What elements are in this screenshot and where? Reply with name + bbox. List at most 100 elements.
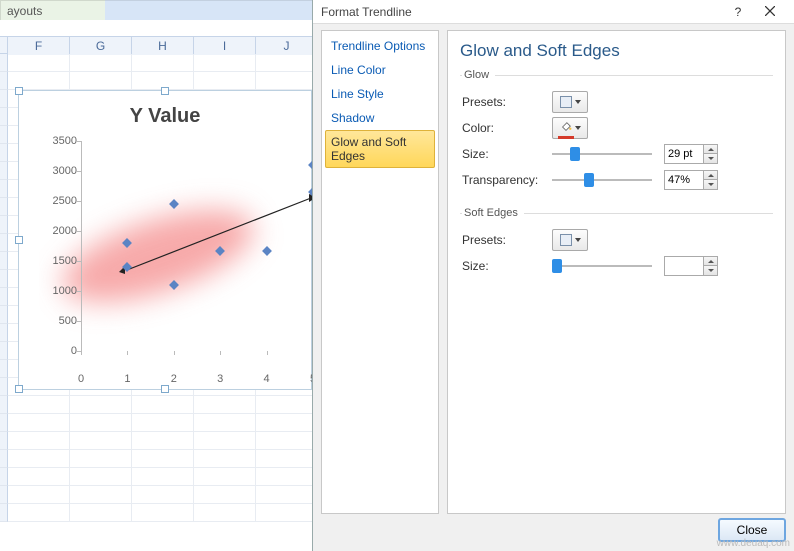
soft-presets-dropdown[interactable] xyxy=(552,229,588,251)
row-header[interactable] xyxy=(0,180,8,198)
glow-size-input[interactable] xyxy=(665,148,703,160)
cell[interactable] xyxy=(194,504,256,522)
help-button[interactable]: ? xyxy=(722,5,754,19)
row-header[interactable] xyxy=(0,72,8,90)
row-header[interactable] xyxy=(0,324,8,342)
chart-resize-handle[interactable] xyxy=(161,87,169,95)
chart-resize-handle[interactable] xyxy=(15,236,23,244)
slider-thumb[interactable] xyxy=(552,259,562,273)
col-header[interactable]: H xyxy=(132,37,194,55)
cell[interactable] xyxy=(256,468,318,486)
row-header[interactable] xyxy=(0,144,8,162)
cell[interactable] xyxy=(70,450,132,468)
cell[interactable] xyxy=(132,504,194,522)
cell[interactable] xyxy=(132,396,194,414)
close-icon[interactable] xyxy=(754,5,786,19)
spin-up-button[interactable] xyxy=(703,257,717,266)
nav-item-line-color[interactable]: Line Color xyxy=(325,58,435,82)
row-header[interactable] xyxy=(0,216,8,234)
cell[interactable] xyxy=(132,486,194,504)
chart-plot-area[interactable]: 0500100015002000250030003500012345 xyxy=(39,141,313,367)
row-header[interactable] xyxy=(0,468,8,486)
soft-size-spinner[interactable] xyxy=(664,256,718,276)
row-header[interactable] xyxy=(0,432,8,450)
cell[interactable] xyxy=(70,72,132,90)
cell[interactable] xyxy=(256,504,318,522)
row-header[interactable] xyxy=(0,306,8,324)
cell[interactable] xyxy=(194,54,256,72)
glow-size-slider[interactable] xyxy=(552,144,652,164)
cell[interactable] xyxy=(194,414,256,432)
spin-up-button[interactable] xyxy=(703,145,717,154)
row-header[interactable] xyxy=(0,414,8,432)
chart-resize-handle[interactable] xyxy=(161,385,169,393)
nav-item-line-style[interactable]: Line Style xyxy=(325,82,435,106)
glow-presets-dropdown[interactable] xyxy=(552,91,588,113)
row-header[interactable] xyxy=(0,108,8,126)
cell[interactable] xyxy=(70,432,132,450)
spin-down-button[interactable] xyxy=(703,154,717,163)
nav-item-shadow[interactable]: Shadow xyxy=(325,106,435,130)
cell[interactable] xyxy=(194,468,256,486)
soft-size-input[interactable] xyxy=(665,260,703,272)
cell[interactable] xyxy=(70,486,132,504)
spin-down-button[interactable] xyxy=(703,180,717,189)
nav-item-trendline-options[interactable]: Trendline Options xyxy=(325,34,435,58)
cell[interactable] xyxy=(8,396,70,414)
soft-size-slider[interactable] xyxy=(552,256,652,276)
glow-transparency-slider[interactable] xyxy=(552,170,652,190)
spin-up-button[interactable] xyxy=(703,171,717,180)
cell[interactable] xyxy=(8,468,70,486)
slider-thumb[interactable] xyxy=(584,173,594,187)
row-header[interactable] xyxy=(0,162,8,180)
cell[interactable] xyxy=(194,72,256,90)
cell[interactable] xyxy=(194,486,256,504)
glow-size-spinner[interactable] xyxy=(664,144,718,164)
cell[interactable] xyxy=(132,468,194,486)
cell[interactable] xyxy=(256,414,318,432)
row-header[interactable] xyxy=(0,486,8,504)
dialog-titlebar[interactable]: Format Trendline ? xyxy=(313,0,794,24)
cell[interactable] xyxy=(8,486,70,504)
row-header[interactable] xyxy=(0,198,8,216)
row-header[interactable] xyxy=(0,90,8,108)
cell[interactable] xyxy=(256,486,318,504)
cell[interactable] xyxy=(194,432,256,450)
cell[interactable] xyxy=(8,450,70,468)
cell[interactable] xyxy=(132,450,194,468)
col-header[interactable]: G xyxy=(70,37,132,55)
cell[interactable] xyxy=(70,504,132,522)
row-header[interactable] xyxy=(0,378,8,396)
cell[interactable] xyxy=(132,54,194,72)
cell[interactable] xyxy=(8,414,70,432)
cell[interactable] xyxy=(132,432,194,450)
chart-title[interactable]: Y Value xyxy=(19,105,311,128)
row-header[interactable] xyxy=(0,126,8,144)
row-header[interactable] xyxy=(0,270,8,288)
cell[interactable] xyxy=(256,72,318,90)
cell[interactable] xyxy=(194,396,256,414)
chart-resize-handle[interactable] xyxy=(15,385,23,393)
row-header[interactable] xyxy=(0,54,8,72)
cell[interactable] xyxy=(132,414,194,432)
cell[interactable] xyxy=(256,450,318,468)
row-header[interactable] xyxy=(0,234,8,252)
row-header[interactable] xyxy=(0,252,8,270)
cell[interactable] xyxy=(8,504,70,522)
col-header[interactable]: F xyxy=(8,37,70,55)
row-header[interactable] xyxy=(0,288,8,306)
cell[interactable] xyxy=(8,54,70,72)
cell[interactable] xyxy=(70,396,132,414)
glow-transparency-spinner[interactable] xyxy=(664,170,718,190)
nav-item-glow-and-soft-edges[interactable]: Glow and Soft Edges xyxy=(325,130,435,168)
select-all-corner[interactable] xyxy=(0,37,8,53)
slider-thumb[interactable] xyxy=(570,147,580,161)
chart-resize-handle[interactable] xyxy=(15,87,23,95)
cell[interactable] xyxy=(194,450,256,468)
row-header[interactable] xyxy=(0,342,8,360)
cell[interactable] xyxy=(70,54,132,72)
cell[interactable] xyxy=(70,414,132,432)
cell[interactable] xyxy=(70,468,132,486)
glow-transparency-input[interactable] xyxy=(665,174,703,186)
spin-down-button[interactable] xyxy=(703,266,717,275)
